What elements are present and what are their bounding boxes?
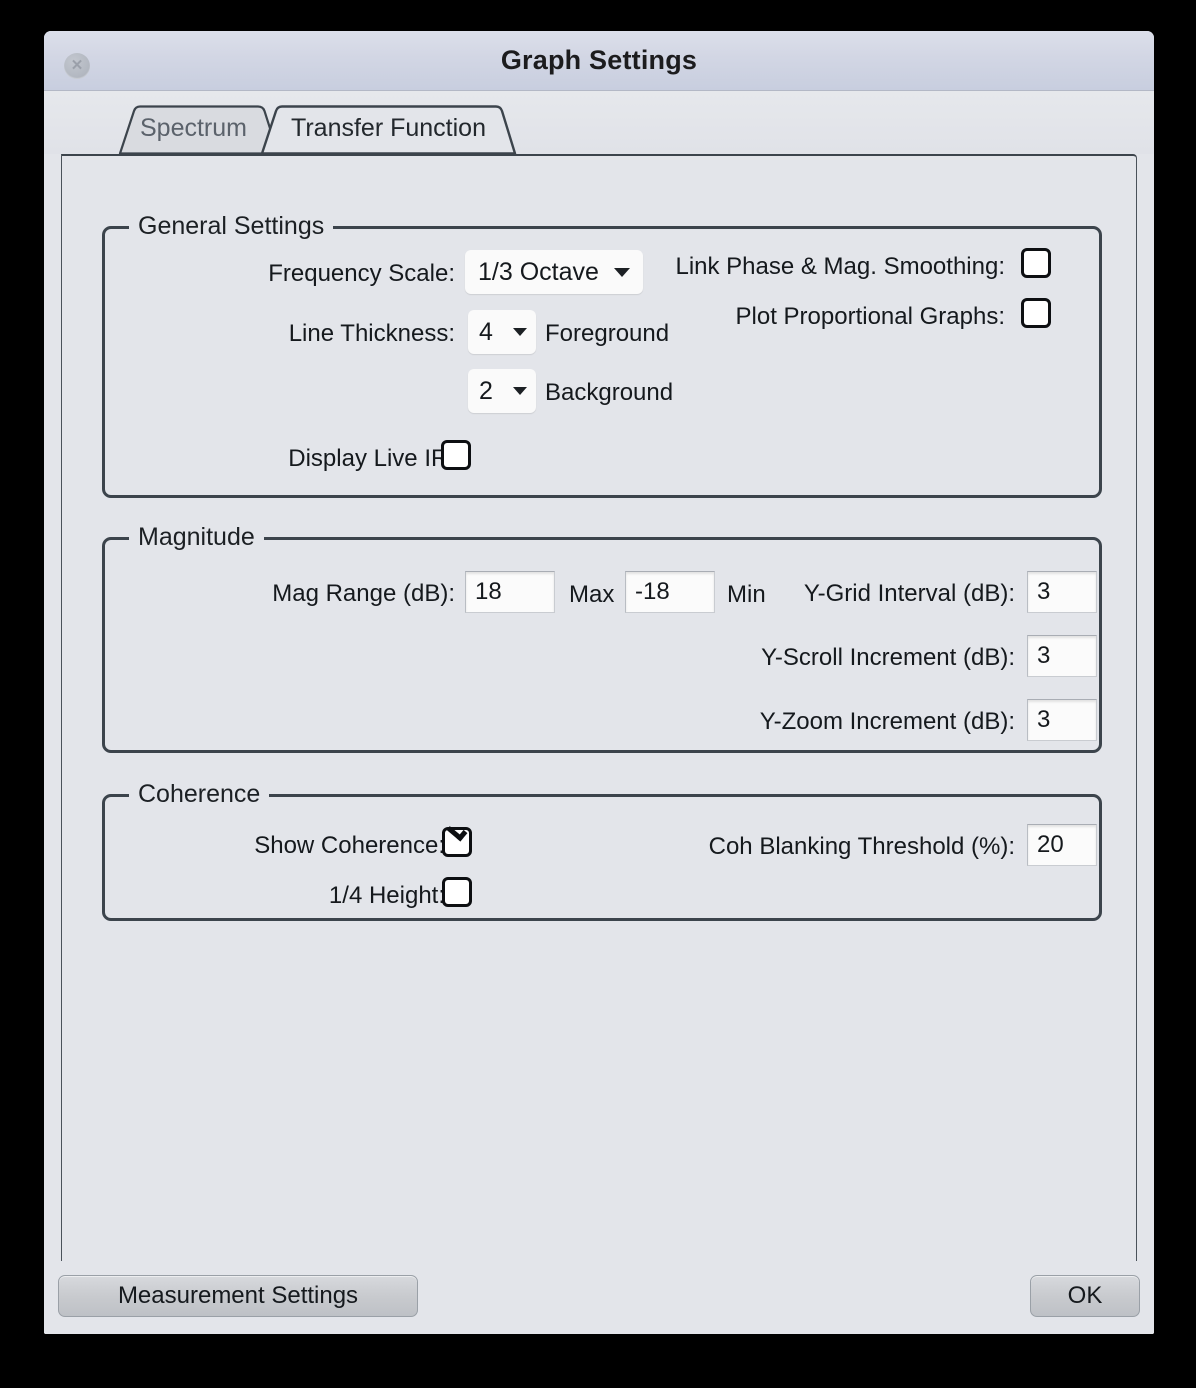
tab-transfer-function-label: Transfer Function [291, 114, 486, 142]
line-thickness-label: Line Thickness: [288, 320, 455, 347]
show-coherence-checkbox[interactable] [442, 821, 472, 857]
group-magnitude-title: Magnitude [129, 523, 264, 552]
group-coherence-title: Coherence [129, 780, 270, 809]
group-general-settings: General Settings Frequency Scale: 1/3 Oc… [102, 212, 1102, 498]
line-thickness-background-dropdown[interactable]: 2 [468, 369, 536, 413]
show-coherence-label: Show Coherence: [254, 832, 445, 859]
coh-blanking-threshold-input[interactable]: 20 [1027, 824, 1097, 866]
plot-proportional-graphs-label: Plot Proportional Graphs: [735, 303, 1005, 330]
graph-settings-window: ✕ Graph Settings Spectrum Transfer Funct… [44, 31, 1154, 1334]
quarter-height-label: 1/4 Height: [328, 882, 445, 909]
window-titlebar: ✕ Graph Settings [44, 31, 1154, 91]
line-thickness-foreground-value: 4 [479, 317, 493, 346]
display-live-ir-label: Display Live IR: [288, 445, 455, 472]
tab-content-panel: General Settings Frequency Scale: 1/3 Oc… [61, 154, 1137, 1287]
y-scroll-increment-input[interactable]: 3 [1027, 635, 1097, 677]
mag-range-max-input[interactable]: 18 [465, 571, 555, 613]
dialog-footer: Measurement Settings OK [44, 1261, 1154, 1334]
y-zoom-increment-value: 3 [1037, 706, 1051, 733]
y-scroll-increment-label: Y-Scroll Increment (dB): [761, 644, 1015, 671]
y-grid-interval-input[interactable]: 3 [1027, 571, 1097, 613]
y-grid-interval-value: 3 [1037, 578, 1051, 605]
plot-proportional-graphs-checkbox[interactable] [1021, 298, 1051, 328]
y-zoom-increment-input[interactable]: 3 [1027, 699, 1097, 741]
line-thickness-background-value: 2 [479, 376, 493, 405]
quarter-height-checkbox[interactable] [442, 877, 472, 907]
tab-spectrum-label: Spectrum [140, 114, 247, 142]
y-grid-interval-label: Y-Grid Interval (dB): [803, 580, 1015, 607]
window-title: Graph Settings [500, 45, 698, 75]
frequency-scale-label: Frequency Scale: [268, 260, 455, 287]
background-label: Background [545, 379, 674, 406]
link-phase-mag-smoothing-checkbox[interactable] [1021, 248, 1051, 278]
group-magnitude: Magnitude Mag Range (dB): 18 Max -18 Min… [102, 523, 1102, 753]
ok-button[interactable]: OK [1030, 1275, 1140, 1317]
ok-label: OK [1067, 1282, 1103, 1309]
mag-range-max-value: 18 [475, 578, 502, 605]
display-live-ir-checkbox[interactable] [441, 440, 471, 470]
group-coherence: Coherence Show Coherence: 1/4 Height: Co… [102, 780, 1102, 921]
group-general-settings-title: General Settings [129, 212, 334, 241]
y-scroll-increment-value: 3 [1037, 642, 1051, 669]
mag-range-max-label: Max [569, 581, 615, 608]
checkmark-icon [446, 821, 468, 842]
coh-blanking-threshold-value: 20 [1037, 831, 1064, 858]
tab-bar: Spectrum Transfer Function [44, 91, 1154, 154]
y-zoom-increment-label: Y-Zoom Increment (dB): [759, 708, 1015, 735]
tab-spectrum[interactable]: Spectrum [106, 105, 281, 154]
coh-blanking-threshold-label: Coh Blanking Threshold (%): [708, 833, 1015, 860]
measurement-settings-label: Measurement Settings [117, 1282, 359, 1309]
measurement-settings-button[interactable]: Measurement Settings [58, 1275, 418, 1317]
link-phase-mag-smoothing-label: Link Phase & Mag. Smoothing: [675, 253, 1005, 280]
mag-range-label: Mag Range (dB): [272, 580, 455, 607]
tab-transfer-function[interactable]: Transfer Function [256, 105, 521, 154]
chevron-down-icon [513, 387, 527, 395]
